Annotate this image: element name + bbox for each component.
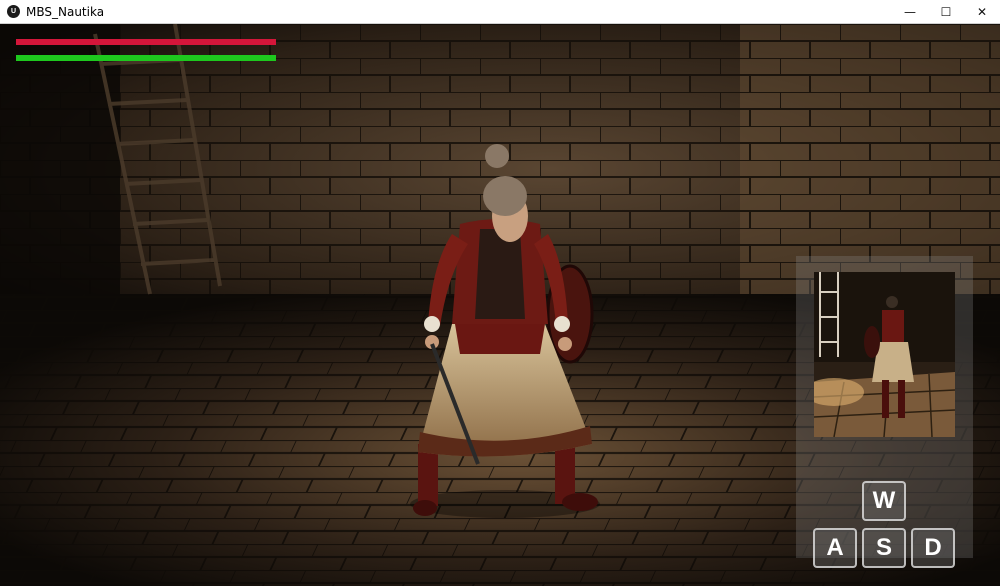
window-title: MBS_Nautika xyxy=(26,4,105,19)
move-left-key[interactable]: A xyxy=(813,528,857,568)
game-viewport[interactable]: W A S D xyxy=(0,24,1000,586)
stamina-bar-fill xyxy=(16,55,276,61)
window-controls: — ☐ ✕ xyxy=(892,0,1000,24)
minimize-icon[interactable]: — xyxy=(892,0,928,24)
move-forward-key[interactable]: W xyxy=(862,481,906,521)
maximize-icon[interactable]: ☐ xyxy=(928,0,964,24)
minimap-camera-view xyxy=(814,272,955,437)
health-bar-fill xyxy=(16,39,276,45)
health-bar xyxy=(16,39,276,45)
unreal-engine-logo-icon: U xyxy=(7,5,20,18)
move-right-key[interactable]: D xyxy=(911,528,955,568)
controls-panel: W A S D xyxy=(796,256,973,568)
minimap-scene xyxy=(814,272,955,437)
move-back-key[interactable]: S xyxy=(862,528,906,568)
window-title-bar[interactable]: U MBS_Nautika — ☐ ✕ xyxy=(0,0,1000,24)
close-icon[interactable]: ✕ xyxy=(964,0,1000,24)
stamina-bar xyxy=(16,55,276,61)
